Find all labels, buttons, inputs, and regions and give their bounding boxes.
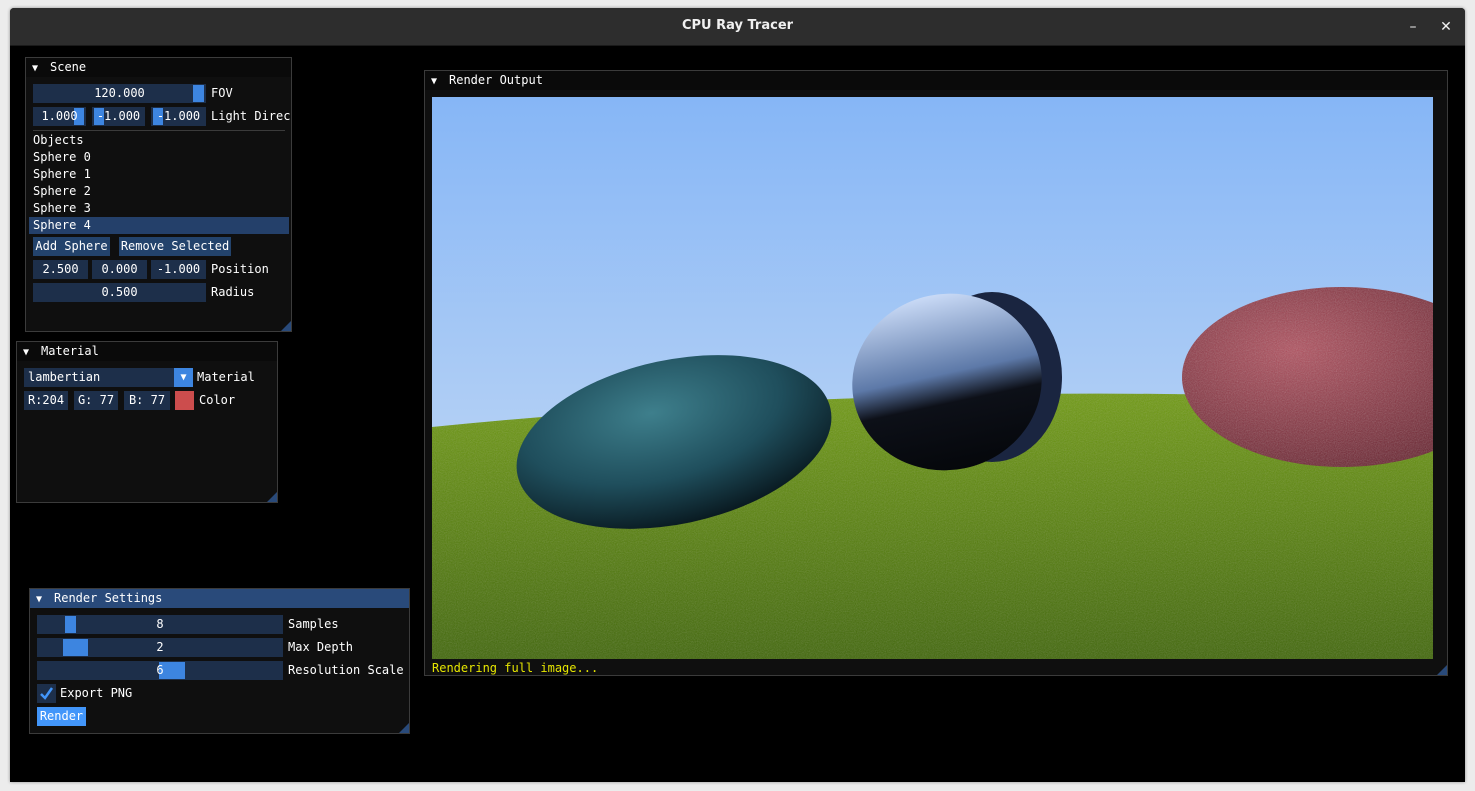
app-window: CPU Ray Tracer – ✕ ▼ Scene 120.000 FOV 1.…: [10, 8, 1465, 782]
material-panel: ▼ Material lambertian ▼ Material R:204 G:…: [16, 341, 278, 503]
material-type-label: Material: [197, 370, 255, 384]
resize-grip-icon[interactable]: [281, 321, 291, 331]
color-label: Color: [199, 393, 236, 407]
radius-label: Radius: [211, 285, 255, 299]
object-list-item-sphere-1[interactable]: Sphere 1: [29, 166, 285, 183]
light-direction-label: Light Direct: [211, 109, 292, 123]
collapse-triangle-icon[interactable]: ▼: [36, 590, 54, 609]
material-panel-header[interactable]: ▼ Material: [17, 342, 277, 361]
position-y-field[interactable]: 0.000: [92, 260, 147, 279]
collapse-triangle-icon[interactable]: ▼: [431, 72, 449, 91]
scene-panel-header[interactable]: ▼ Scene: [26, 58, 291, 77]
collapse-triangle-icon[interactable]: ▼: [32, 59, 50, 78]
fov-slider[interactable]: 120.000: [33, 84, 206, 103]
light-direction-y-slider[interactable]: -1.000: [92, 107, 145, 126]
export-png-checkbox[interactable]: [37, 684, 56, 703]
fov-label: FOV: [211, 86, 233, 100]
resize-grip-icon[interactable]: [399, 723, 409, 733]
resolution-scale-slider[interactable]: 6: [37, 661, 283, 680]
render-status-text: Rendering full image...: [432, 661, 599, 675]
object-list-item-sphere-4[interactable]: Sphere 4: [29, 217, 289, 234]
render-output-panel: ▼ Render Output Rendering full image...: [424, 70, 1448, 676]
samples-slider[interactable]: 8: [37, 615, 283, 634]
radius-field[interactable]: 0.500: [33, 283, 206, 302]
chevron-down-icon[interactable]: ▼: [174, 368, 193, 387]
render-output-title: Render Output: [449, 73, 543, 87]
minimize-icon[interactable]: –: [1402, 16, 1424, 38]
object-list-item-sphere-3[interactable]: Sphere 3: [29, 200, 285, 217]
collapse-triangle-icon[interactable]: ▼: [23, 343, 41, 362]
position-label: Position: [211, 262, 269, 276]
export-png-label: Export PNG: [60, 686, 133, 700]
window-title: CPU Ray Tracer: [681, 18, 794, 33]
resize-grip-icon[interactable]: [1437, 665, 1447, 675]
render-button[interactable]: Render: [37, 707, 86, 726]
render-settings-header[interactable]: ▼ Render Settings: [30, 589, 409, 608]
material-panel-title: Material: [41, 344, 99, 358]
render-output-header[interactable]: ▼ Render Output: [425, 71, 1447, 90]
object-list-item-sphere-2[interactable]: Sphere 2: [29, 183, 285, 200]
render-settings-panel: ▼ Render Settings 8 Samples 2 Max Depth 6…: [29, 588, 410, 734]
resolution-scale-label: Resolution Scale: [288, 663, 404, 677]
object-list-item-sphere-0[interactable]: Sphere 0: [29, 149, 285, 166]
resize-grip-icon[interactable]: [267, 492, 277, 502]
color-b-field[interactable]: B: 77: [124, 391, 170, 410]
material-type-combo[interactable]: lambertian: [24, 368, 174, 387]
remove-selected-button[interactable]: Remove Selected: [119, 237, 231, 256]
separator: [33, 130, 285, 131]
checkmark-icon: [40, 687, 54, 700]
scene-panel: ▼ Scene 120.000 FOV 1.000 -1.000 -1.000 L…: [25, 57, 292, 332]
color-g-field[interactable]: G: 77: [74, 391, 118, 410]
scene-panel-title: Scene: [50, 60, 87, 74]
rendered-image: [432, 97, 1433, 659]
title-bar: CPU Ray Tracer – ✕: [10, 8, 1465, 46]
max-depth-label: Max Depth: [288, 640, 354, 654]
position-z-field[interactable]: -1.000: [151, 260, 206, 279]
light-direction-x-slider[interactable]: 1.000: [33, 107, 86, 126]
samples-label: Samples: [288, 617, 339, 631]
objects-label: Objects: [33, 133, 84, 147]
samples-slider-grab[interactable]: [65, 616, 76, 633]
light-direction-z-slider[interactable]: -1.000: [151, 107, 206, 126]
add-sphere-button[interactable]: Add Sphere: [33, 237, 110, 256]
position-x-field[interactable]: 2.500: [33, 260, 88, 279]
color-r-field[interactable]: R:204: [24, 391, 68, 410]
fov-slider-grab[interactable]: [193, 85, 204, 102]
render-settings-title: Render Settings: [54, 591, 163, 605]
max-depth-slider-grab[interactable]: [63, 639, 88, 656]
max-depth-slider[interactable]: 2: [37, 638, 283, 657]
color-swatch[interactable]: [175, 391, 194, 410]
close-icon[interactable]: ✕: [1435, 16, 1457, 38]
